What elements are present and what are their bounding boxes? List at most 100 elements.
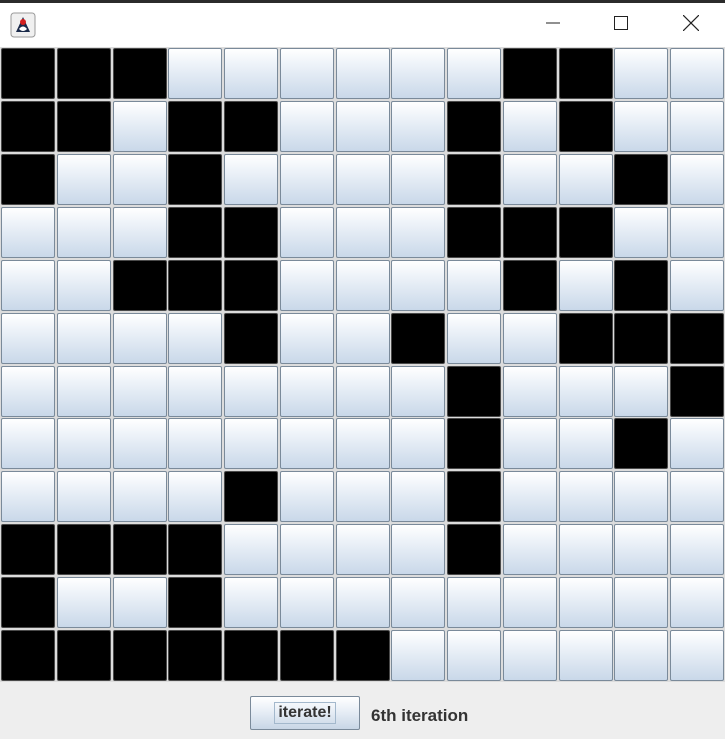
grid-cell[interactable] <box>280 418 334 469</box>
grid-cell[interactable] <box>336 418 390 469</box>
grid-cell[interactable] <box>168 630 222 681</box>
grid-cell[interactable] <box>447 630 501 681</box>
grid-cell[interactable] <box>57 154 111 205</box>
grid-cell[interactable] <box>447 471 501 522</box>
grid-cell[interactable] <box>559 101 613 152</box>
grid-cell[interactable] <box>391 313 445 364</box>
grid-cell[interactable] <box>1 577 55 628</box>
grid-cell[interactable] <box>559 524 613 575</box>
grid-cell[interactable] <box>224 154 278 205</box>
grid-cell[interactable] <box>168 577 222 628</box>
grid-cell[interactable] <box>336 313 390 364</box>
grid-cell[interactable] <box>670 313 724 364</box>
grid-cell[interactable] <box>113 630 167 681</box>
grid-cell[interactable] <box>336 630 390 681</box>
grid-cell[interactable] <box>57 366 111 417</box>
grid-cell[interactable] <box>113 154 167 205</box>
grid-cell[interactable] <box>614 524 668 575</box>
grid-cell[interactable] <box>336 577 390 628</box>
grid-cell[interactable] <box>447 101 501 152</box>
grid-cell[interactable] <box>1 366 55 417</box>
grid-cell[interactable] <box>1 101 55 152</box>
grid-cell[interactable] <box>614 48 668 99</box>
grid-cell[interactable] <box>336 154 390 205</box>
grid-cell[interactable] <box>614 471 668 522</box>
minimize-button[interactable] <box>530 3 576 47</box>
grid-cell[interactable] <box>670 154 724 205</box>
grid-cell[interactable] <box>336 471 390 522</box>
grid-cell[interactable] <box>614 154 668 205</box>
grid-cell[interactable] <box>224 101 278 152</box>
grid-cell[interactable] <box>670 48 724 99</box>
grid-cell[interactable] <box>280 577 334 628</box>
grid-cell[interactable] <box>670 260 724 311</box>
grid-cell[interactable] <box>670 366 724 417</box>
grid-cell[interactable] <box>391 471 445 522</box>
grid-cell[interactable] <box>1 313 55 364</box>
iterate-button[interactable]: iterate! <box>250 696 360 730</box>
grid-cell[interactable] <box>168 101 222 152</box>
grid-cell[interactable] <box>559 48 613 99</box>
grid-cell[interactable] <box>113 48 167 99</box>
grid-cell[interactable] <box>391 207 445 258</box>
grid-cell[interactable] <box>559 260 613 311</box>
grid-cell[interactable] <box>113 524 167 575</box>
grid-cell[interactable] <box>1 207 55 258</box>
grid-cell[interactable] <box>670 101 724 152</box>
grid-cell[interactable] <box>614 630 668 681</box>
grid-cell[interactable] <box>503 366 557 417</box>
grid-cell[interactable] <box>113 101 167 152</box>
grid-cell[interactable] <box>113 207 167 258</box>
grid-cell[interactable] <box>336 48 390 99</box>
grid-cell[interactable] <box>503 48 557 99</box>
grid-cell[interactable] <box>503 471 557 522</box>
grid-cell[interactable] <box>391 260 445 311</box>
grid-cell[interactable] <box>57 313 111 364</box>
grid-cell[interactable] <box>57 48 111 99</box>
grid-cell[interactable] <box>391 101 445 152</box>
grid-cell[interactable] <box>224 471 278 522</box>
grid-cell[interactable] <box>1 471 55 522</box>
grid-cell[interactable] <box>614 313 668 364</box>
grid-cell[interactable] <box>280 630 334 681</box>
grid-cell[interactable] <box>224 630 278 681</box>
grid-cell[interactable] <box>447 154 501 205</box>
grid-cell[interactable] <box>614 577 668 628</box>
grid-cell[interactable] <box>168 524 222 575</box>
grid-cell[interactable] <box>559 313 613 364</box>
grid-cell[interactable] <box>670 471 724 522</box>
grid-cell[interactable] <box>57 630 111 681</box>
grid-cell[interactable] <box>1 48 55 99</box>
grid-cell[interactable] <box>280 313 334 364</box>
grid-cell[interactable] <box>113 418 167 469</box>
grid-cell[interactable] <box>280 101 334 152</box>
grid-cell[interactable] <box>336 101 390 152</box>
grid-cell[interactable] <box>391 418 445 469</box>
grid-cell[interactable] <box>168 418 222 469</box>
grid-cell[interactable] <box>113 366 167 417</box>
grid-cell[interactable] <box>503 630 557 681</box>
grid-cell[interactable] <box>503 260 557 311</box>
grid-cell[interactable] <box>1 260 55 311</box>
grid-cell[interactable] <box>280 471 334 522</box>
grid-cell[interactable] <box>168 154 222 205</box>
grid-cell[interactable] <box>280 154 334 205</box>
grid-cell[interactable] <box>614 418 668 469</box>
grid-cell[interactable] <box>559 471 613 522</box>
grid-cell[interactable] <box>1 154 55 205</box>
grid-cell[interactable] <box>168 260 222 311</box>
grid-cell[interactable] <box>168 313 222 364</box>
grid-cell[interactable] <box>168 207 222 258</box>
grid-cell[interactable] <box>614 101 668 152</box>
grid-cell[interactable] <box>670 630 724 681</box>
grid-cell[interactable] <box>391 366 445 417</box>
grid-cell[interactable] <box>168 48 222 99</box>
grid-cell[interactable] <box>559 577 613 628</box>
grid-cell[interactable] <box>391 154 445 205</box>
grid-cell[interactable] <box>559 418 613 469</box>
title-bar[interactable] <box>0 3 725 47</box>
grid-cell[interactable] <box>1 630 55 681</box>
grid-cell[interactable] <box>447 524 501 575</box>
grid-cell[interactable] <box>503 577 557 628</box>
grid-cell[interactable] <box>336 366 390 417</box>
